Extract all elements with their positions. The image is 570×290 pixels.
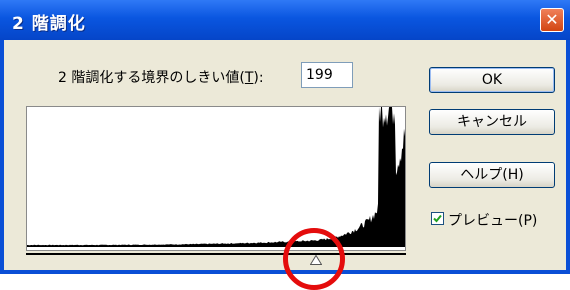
cancel-button[interactable]: キャンセル — [429, 109, 555, 135]
close-icon: ✕ — [545, 10, 559, 29]
highlight-circle — [283, 228, 345, 290]
threshold-label: 2 階調化する境界のしきい値(T): — [58, 67, 264, 87]
preview-checkbox-box[interactable] — [431, 212, 444, 225]
title-bar[interactable]: 2 階調化 ✕ — [0, 0, 570, 40]
check-icon — [433, 214, 442, 223]
threshold-label-suffix: ): — [253, 70, 264, 86]
help-button[interactable]: ヘルプ(H) — [429, 162, 555, 188]
threshold-dialog: 2 階調化 ✕ 2 階調化する境界のしきい値(T): OK キャンセル ヘルプ(… — [0, 0, 570, 274]
threshold-input[interactable] — [301, 62, 353, 88]
slider-track[interactable] — [26, 253, 406, 255]
close-button[interactable]: ✕ — [540, 8, 564, 32]
ok-button[interactable]: OK — [429, 67, 555, 93]
dialog-title: 2 階調化 — [12, 14, 86, 34]
dialog-body: 2 階調化する境界のしきい値(T): OK キャンセル ヘルプ(H) プレビュー… — [4, 40, 566, 270]
histogram — [26, 106, 406, 251]
threshold-label-prefix: 2 階調化する境界のしきい値( — [58, 70, 245, 86]
preview-label: プレビュー(P) — [448, 213, 538, 229]
histogram-bars — [27, 107, 405, 247]
histogram-graph — [27, 107, 405, 247]
